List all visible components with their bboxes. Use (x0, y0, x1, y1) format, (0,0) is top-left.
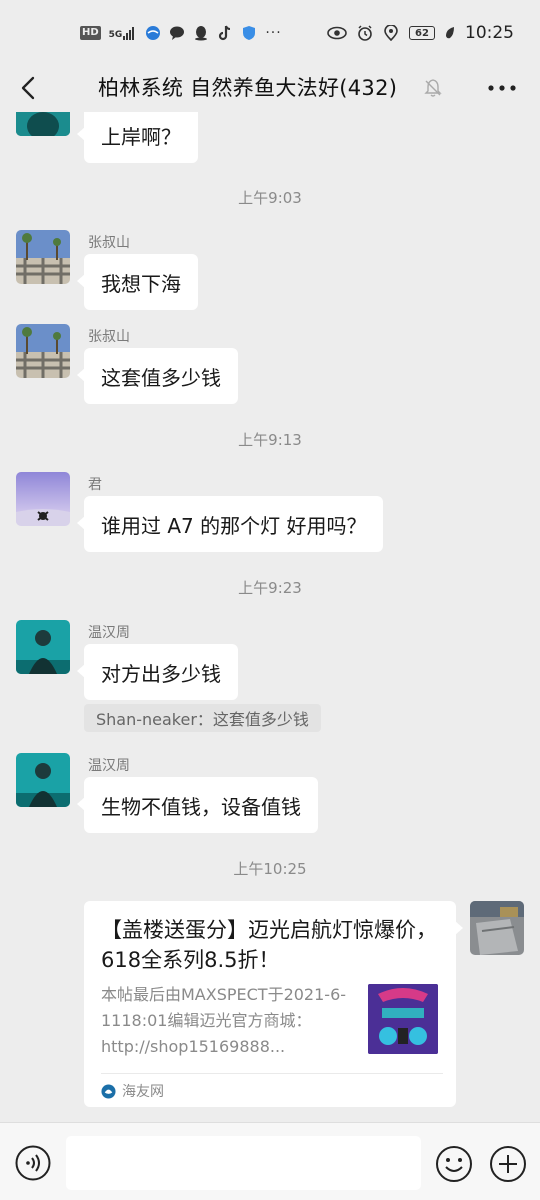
sender-name: 张叔山 (88, 329, 130, 345)
avatar[interactable] (16, 620, 70, 674)
my-avatar[interactable] (470, 901, 524, 955)
more-options-icon[interactable] (487, 78, 517, 98)
message-bubble[interactable]: 谁用过 A7 的那个灯 好用吗？ (76, 496, 384, 552)
status-left: HD 5G ··· (80, 25, 282, 41)
timestamp: 上午9:03 (238, 189, 302, 207)
emoji-icon[interactable] (435, 1145, 473, 1183)
sender-name: 君 (88, 477, 102, 493)
message-input[interactable] (66, 1136, 421, 1190)
link-card-thumbnail (368, 984, 438, 1054)
source-site-icon (101, 1083, 116, 1099)
battery-icon: 62 (409, 26, 435, 40)
message-list[interactable]: 上岸啊？ 上午9:03 张叔山 我想下海 张叔山 这套值多少钱 上午9:13 君… (0, 112, 540, 1122)
chat-title: 柏林系统 自然养鱼大法好(432) (98, 76, 398, 100)
charging-leaf-icon (446, 27, 454, 39)
link-card-title: 【盖楼送蛋分】迈光启航灯惊爆价，618全系列8.5折！ (101, 918, 437, 972)
mute-bell-icon (424, 79, 442, 97)
message-bubble[interactable]: 我想下海 (77, 254, 198, 310)
chat-header: 柏林系统 自然养鱼大法好(432) (0, 66, 540, 112)
tiktok-icon (219, 25, 231, 41)
quoted-message[interactable]: Shan-neaker：这套值多少钱 (84, 704, 321, 732)
status-time: 10:25 (465, 23, 514, 43)
avatar[interactable] (16, 112, 70, 136)
status-bar: HD 5G ··· 62 10:25 (0, 0, 540, 66)
message-bubble[interactable]: 这套值多少钱 (77, 348, 238, 404)
location-icon (384, 25, 398, 41)
avatar[interactable] (16, 753, 70, 807)
back-arrow-icon[interactable] (14, 72, 46, 104)
timestamp: 上午9:13 (238, 431, 302, 449)
eye-comfort-icon (327, 26, 347, 40)
message-bubble[interactable]: 上岸啊？ (77, 112, 198, 163)
voice-input-icon[interactable] (15, 1145, 51, 1181)
browser-icon (146, 26, 161, 40)
link-card-source: 海友网 (101, 1081, 164, 1101)
avatar[interactable] (16, 230, 70, 284)
add-more-icon[interactable] (489, 1145, 527, 1183)
sender-name: 温汉周 (88, 758, 130, 774)
avatar[interactable] (16, 472, 70, 526)
link-card-divider (101, 1073, 443, 1074)
avatar[interactable] (16, 324, 70, 378)
link-card-source-name: 海友网 (122, 1084, 164, 1100)
hd-badge: HD (80, 26, 101, 40)
timestamp: 上午10:25 (233, 860, 307, 878)
message-icon (170, 26, 185, 40)
cellular-signal-icon: 5G (109, 26, 138, 40)
shield-icon (243, 26, 256, 40)
qq-icon (195, 26, 208, 41)
signal-label: 5G (108, 30, 123, 40)
timestamp: 上午9:23 (238, 579, 302, 597)
message-bubble[interactable]: 生物不值钱，设备值钱 (77, 777, 318, 833)
input-bar (0, 1122, 540, 1200)
sender-name: 温汉周 (88, 625, 130, 641)
more-notifications-icon: ··· (265, 25, 282, 41)
link-card[interactable]: 【盖楼送蛋分】迈光启航灯惊爆价，618全系列8.5折！ 本帖最后由MAXSPEC… (84, 901, 463, 1107)
sender-name: 张叔山 (88, 235, 130, 251)
alarm-icon (358, 25, 372, 41)
status-right: 62 10:25 (327, 23, 514, 43)
link-card-description: 本帖最后由MAXSPECT于2021-6-1118:01编辑迈光官方商城：htt… (101, 985, 347, 1056)
message-bubble[interactable]: 对方出多少钱 (77, 644, 238, 700)
